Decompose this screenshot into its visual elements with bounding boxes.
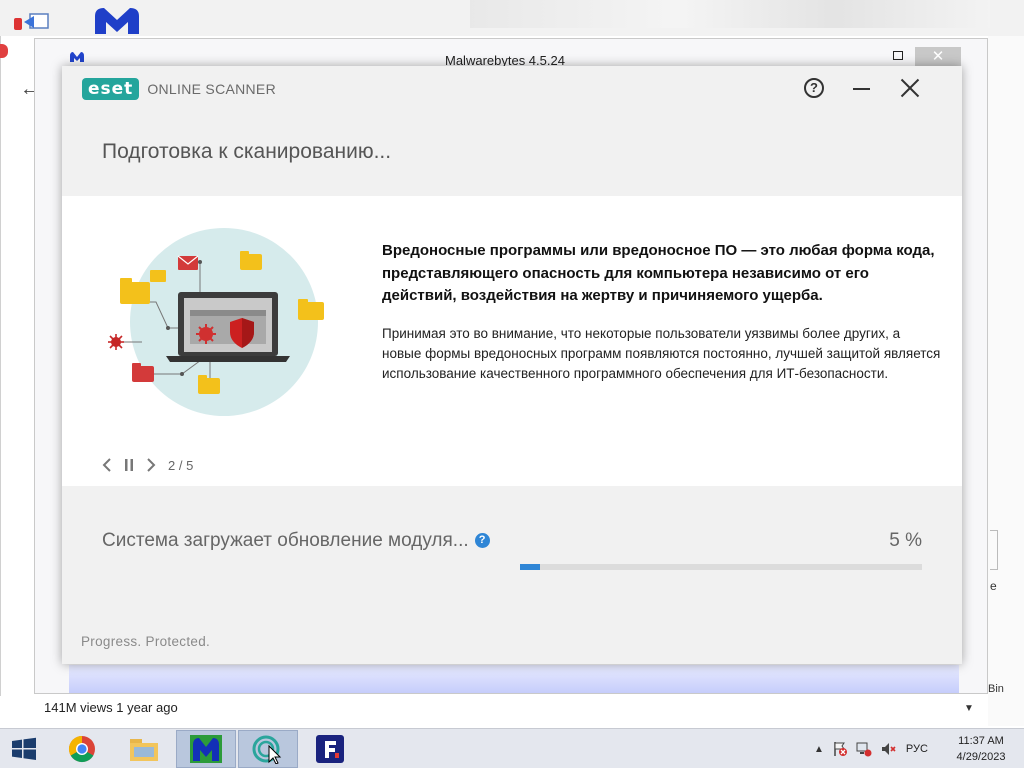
chrome-icon <box>68 735 95 763</box>
pause-slideshow-button[interactable] <box>118 454 140 476</box>
progress-bar <box>520 564 922 570</box>
taskbar-clock[interactable]: 11:37 AM 4/29/2023 <box>944 733 1018 765</box>
eset-logo: eset ONLINE SCANNER <box>82 78 276 100</box>
eset-scanner-icon <box>252 735 282 764</box>
previous-slide-button[interactable] <box>96 454 118 476</box>
desktop-edge-glyph: e <box>990 579 997 593</box>
video-info-bar: 141M views 1 year ago ▼ <box>34 697 988 721</box>
eset-footer: Система загружает обновление модуля...? … <box>62 486 962 664</box>
close-button[interactable] <box>900 78 920 98</box>
next-slide-button[interactable] <box>140 454 162 476</box>
malwarebytes-titlebar[interactable]: Malwarebytes 4.5.24 ✕ <box>35 39 987 69</box>
info-body: Принимая это во внимание, что некоторые … <box>382 326 941 381</box>
taskbar-file-explorer[interactable] <box>114 730 174 768</box>
info-heading: Вредоносные программы или вредоносное ПО… <box>382 242 935 304</box>
taskbar: ▲ РУС 11:37 AM 4/29/2023 <box>0 728 1024 768</box>
windows-logo-icon <box>12 737 36 760</box>
taskbar-app-f[interactable] <box>300 730 360 768</box>
start-button[interactable] <box>8 737 40 761</box>
eset-logo-mark: eset <box>82 78 140 100</box>
malwarebytes-bottom-strip <box>69 665 959 693</box>
malwarebytes-logo-icon <box>69 49 85 65</box>
network-icon[interactable] <box>856 741 872 757</box>
slide-counter: 2 / 5 <box>168 457 194 473</box>
taskbar-chrome[interactable] <box>52 730 112 768</box>
input-language[interactable]: РУС <box>906 743 928 755</box>
system-tray: ▲ РУС <box>814 739 928 759</box>
page-title: Подготовка к сканированию... <box>102 140 392 163</box>
eset-online-scanner-window: eset ONLINE SCANNER ? Подготовка к скани… <box>62 66 962 664</box>
taskbar-eset-scanner[interactable] <box>238 730 298 768</box>
malwarebytes-maximize-button[interactable] <box>893 51 903 60</box>
app-f-icon <box>316 735 344 763</box>
eset-tagline: Progress. Protected. <box>81 634 211 649</box>
desktop-top-strip <box>0 0 1024 36</box>
help-button[interactable]: ? <box>804 78 824 98</box>
volume-muted-icon[interactable] <box>880 741 896 757</box>
eset-product-name: ONLINE SCANNER <box>147 81 276 97</box>
malwarebytes-icon <box>190 735 222 763</box>
desktop-shortcut-icon <box>14 13 49 30</box>
taskbar-malwarebytes[interactable] <box>176 730 236 768</box>
progress-percent: 5 % <box>889 530 922 551</box>
chevron-left-icon <box>102 458 111 472</box>
status-help-icon[interactable]: ? <box>474 533 490 548</box>
clock-time: 11:37 AM <box>958 735 1004 747</box>
clock-date: 4/29/2023 <box>956 751 1006 763</box>
recycle-bin-label: Bin <box>988 683 1004 695</box>
status-text: Система загружает обновление модуля... <box>102 530 469 551</box>
carousel-controls: 2 / 5 <box>96 454 193 476</box>
desktop-edge-frame <box>990 530 998 570</box>
eset-header: eset ONLINE SCANNER ? Подготовка к скани… <box>62 66 962 196</box>
status-message: Система загружает обновление модуля...? <box>102 530 490 552</box>
desktop-right-edge <box>988 36 1024 726</box>
progress-bar-fill <box>520 564 541 570</box>
malwarebytes-desktop-icon <box>95 8 139 34</box>
scroll-down-arrow-icon[interactable]: ▼ <box>964 703 974 714</box>
blurred-background-text <box>470 0 990 28</box>
action-center-flag-icon[interactable] <box>832 741 848 757</box>
malwarebytes-close-button[interactable]: ✕ <box>915 47 961 67</box>
malware-illustration <box>108 228 324 416</box>
pause-icon <box>125 459 133 471</box>
video-views-text: 141M views 1 year ago <box>44 700 178 715</box>
minimize-button[interactable] <box>852 78 872 98</box>
chevron-right-icon <box>147 458 156 472</box>
folder-icon <box>130 739 158 761</box>
tray-expand-arrow-icon[interactable]: ▲ <box>814 744 824 755</box>
